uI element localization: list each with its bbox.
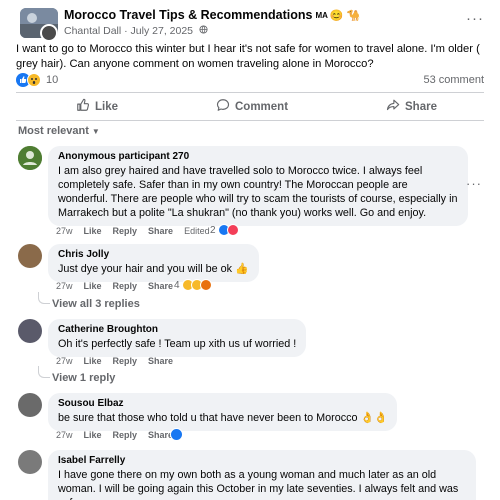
comment-text: I have gone there on my own both as a yo…: [58, 469, 459, 500]
reactions-summary: 10 53 comment: [16, 73, 484, 87]
group-emojis: 😊 🐪: [329, 10, 361, 22]
wow-reaction-icon: [27, 73, 41, 87]
comment-like-button[interactable]: Like: [84, 226, 102, 236]
divider: [16, 120, 484, 121]
comment-reply-button[interactable]: Reply: [113, 356, 138, 366]
comment-bubble: Catherine Broughton Oh it's perfectly sa…: [48, 319, 307, 357]
comment-author[interactable]: Isabel Farrelly: [58, 455, 466, 466]
post-meta: Chantal Dall · July 27, 2025: [64, 25, 208, 37]
anonymous-avatar[interactable]: [18, 146, 42, 170]
author-name[interactable]: Chantal Dall: [64, 25, 121, 37]
post-text: I want to go to Morocco this winter but …: [16, 43, 480, 70]
comment-reactions[interactable]: [168, 428, 183, 441]
comment-item: Anonymous participant 270 I am also grey…: [18, 146, 488, 241]
comment-like-button[interactable]: Like: [84, 430, 102, 440]
comment-bubble-icon: [216, 98, 230, 115]
comment-time[interactable]: 27w: [56, 430, 73, 440]
share-arrow-icon: [386, 98, 400, 115]
comment-actions: 27w Like Reply Share: [56, 281, 173, 291]
meta-separator: ·: [124, 25, 128, 37]
thread-connector: [38, 366, 50, 378]
comment-text: Just dye your hair and you will be ok 👍: [58, 263, 249, 275]
comment-item: Sousou Elbaz be sure that those who told…: [18, 393, 488, 448]
like-button[interactable]: Like: [76, 98, 118, 115]
post-header: Morocco Travel Tips & Recommendations MA 😊…: [12, 6, 488, 42]
comment-reply-button[interactable]: Reply: [113, 281, 138, 291]
comment-share-button[interactable]: Share: [148, 356, 173, 366]
like-button-label: Like: [95, 100, 119, 113]
comment-reactions[interactable]: 2: [210, 224, 239, 236]
comment-reply-button[interactable]: Reply: [113, 226, 138, 236]
comment-author[interactable]: Anonymous participant 270: [58, 151, 458, 162]
sort-label: Most relevant: [18, 125, 89, 137]
comment-reply-button[interactable]: Reply: [113, 430, 138, 440]
chevron-down-icon: ▼: [91, 127, 100, 136]
author-avatar[interactable]: [40, 24, 58, 42]
comment-bubble: Chris Jolly Just dye your hair and you w…: [48, 244, 259, 282]
group-name[interactable]: Morocco Travel Tips & Recommendations MA 😊…: [64, 8, 360, 22]
comment-item: Catherine Broughton Oh it's perfectly sa…: [18, 319, 488, 374]
post-date[interactable]: July 27, 2025: [131, 25, 193, 37]
globe-icon: [199, 25, 208, 36]
comment-actions: 27w Like Reply Share: [56, 430, 173, 440]
view-replies-link[interactable]: View 1 reply: [52, 372, 115, 384]
reaction-count[interactable]: 10: [46, 74, 58, 86]
comment-bubble: Sousou Elbaz be sure that those who told…: [48, 393, 398, 431]
comment-button[interactable]: Comment: [216, 98, 500, 115]
comment-like-button[interactable]: Like: [84, 281, 102, 291]
love-reaction-icon: [226, 224, 239, 236]
like-reaction-icon: [170, 428, 183, 441]
sousou-elbaz-avatar[interactable]: [18, 393, 42, 417]
comment-text: Oh it's perfectly safe ! Team up xith us…: [58, 338, 297, 350]
comment-time[interactable]: 27w: [56, 356, 73, 366]
comment-reactions[interactable]: 4: [174, 279, 212, 291]
comment-like-button[interactable]: Like: [84, 356, 102, 366]
comment-author[interactable]: Sousou Elbaz: [58, 398, 387, 409]
comment-author[interactable]: Chris Jolly: [58, 249, 249, 260]
comment-bubble: Anonymous participant 270 I am also grey…: [48, 146, 468, 226]
comment-text: be sure that those who told u that have …: [58, 412, 388, 424]
comment-reaction-count: 4: [174, 279, 180, 291]
comment-time[interactable]: 27w: [56, 226, 73, 236]
post-more-options-icon[interactable]: ···: [466, 10, 484, 27]
post-action-bar: Like Comment Share: [16, 93, 484, 119]
comment-text: I am also grey haired and have travelled…: [58, 165, 458, 219]
comment-reaction-count: 2: [210, 224, 216, 236]
comment-actions: 27w Like Reply Share Edited: [56, 226, 210, 236]
comment-author[interactable]: Catherine Broughton: [58, 324, 296, 335]
comment-item: Isabel Farrelly I have gone there on my …: [18, 450, 488, 500]
comment-actions: 27w Like Reply Share: [56, 356, 173, 366]
group-name-text[interactable]: Morocco Travel Tips & Recommendations: [64, 8, 312, 22]
comment-count[interactable]: 53 comment: [423, 74, 484, 86]
comment-more-options-icon[interactable]: ···: [466, 176, 482, 191]
comment-share-button[interactable]: Share: [148, 281, 173, 291]
comment-edited-label: Edited: [184, 226, 210, 236]
angry-reaction-icon: [199, 279, 212, 291]
catherine-broughton-avatar[interactable]: [18, 319, 42, 343]
chris-jolly-avatar[interactable]: [18, 244, 42, 268]
comment-sort-dropdown[interactable]: Most relevant ▼: [18, 125, 100, 137]
thumbs-up-icon: [76, 98, 90, 115]
group-badge: MA: [315, 11, 328, 20]
isabel-farrelly-avatar[interactable]: [18, 450, 42, 474]
view-replies-link[interactable]: View all 3 replies: [52, 298, 140, 310]
share-button-label: Share: [405, 100, 437, 113]
comment-button-label: Comment: [235, 100, 289, 113]
comment-share-button[interactable]: Share: [148, 226, 173, 236]
share-button[interactable]: Share: [386, 98, 437, 115]
comment-bubble: Isabel Farrelly I have gone there on my …: [48, 450, 476, 500]
thread-connector: [38, 292, 50, 304]
comment-time[interactable]: 27w: [56, 281, 73, 291]
